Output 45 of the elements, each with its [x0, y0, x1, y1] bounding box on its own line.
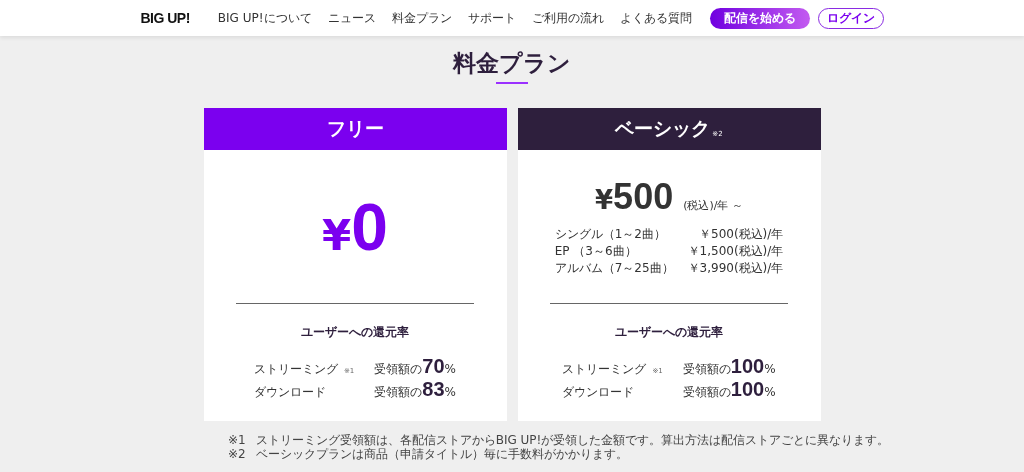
currency-sign: ¥	[322, 210, 352, 260]
rate-prefix: 受領額の	[374, 362, 423, 376]
plan-name: フリー	[326, 116, 384, 141]
rate-value: 70	[422, 355, 445, 377]
footnote-text: ベーシックプランは商品（申請タイトル）毎に手数料がかかります。	[255, 447, 628, 461]
item-label: シングル（1～2曲）	[554, 226, 667, 243]
nav-link[interactable]: BIG UP!について	[217, 9, 312, 27]
rate-unit: %	[444, 385, 456, 399]
price: 500	[613, 176, 674, 218]
rate-unit: %	[764, 362, 776, 376]
login-button[interactable]: ログイン	[817, 7, 884, 29]
rate-value: 100	[730, 378, 765, 400]
rate-label: ダウンロード	[254, 385, 326, 399]
rate-label: ストリーミング	[254, 362, 338, 376]
logo[interactable]: BIG UP!	[140, 10, 190, 26]
rate-value: 83	[422, 378, 445, 400]
rate-label: ストリーミング	[562, 362, 647, 376]
item-label: アルバム（7～25曲）	[554, 260, 674, 277]
plan-name: ベーシック	[615, 116, 711, 141]
start-button[interactable]: 配信を始める	[709, 7, 810, 29]
nav-link[interactable]: サポート	[467, 9, 516, 27]
rate-prefix: 受領額の	[682, 385, 731, 399]
nav-link[interactable]: ご利用の流れ	[531, 9, 604, 27]
price: 0	[351, 188, 388, 265]
footnote-text: ストリーミング受領額は、各配信ストアからBIG UP!が受領した金額です。算出方法は配信ストアごとに異なります。	[255, 433, 890, 447]
footnote-mark: ※1	[228, 433, 246, 447]
rate-prefix: 受領額の	[374, 385, 423, 399]
item-price: ￥3,990(税込)/年	[687, 260, 784, 277]
nav-link[interactable]: ニュース	[327, 9, 376, 27]
item-price: ￥1,500(税込)/年	[687, 243, 784, 260]
rate-unit: %	[444, 362, 456, 376]
rate-prefix: 受領額の	[682, 362, 731, 376]
rate-title: ユーザーへの還元率	[614, 324, 724, 341]
rate-unit: %	[764, 385, 776, 399]
currency-sign: ¥	[595, 185, 614, 215]
nav-link[interactable]: よくある質問	[619, 9, 692, 27]
nav-link[interactable]: 料金プラン	[391, 9, 452, 27]
rate-label: ダウンロード	[562, 385, 635, 399]
rate-title: ユーザーへの還元率	[300, 324, 410, 341]
page-title: 料金プラン	[451, 49, 572, 78]
price-suffix: (税込)/年 ～	[683, 198, 743, 213]
item-price: ￥500(税込)/年	[698, 226, 784, 243]
rate-value: 100	[730, 355, 765, 377]
item-label: EP （3～6曲）	[554, 243, 638, 260]
footnote-mark: ※2	[228, 447, 246, 461]
